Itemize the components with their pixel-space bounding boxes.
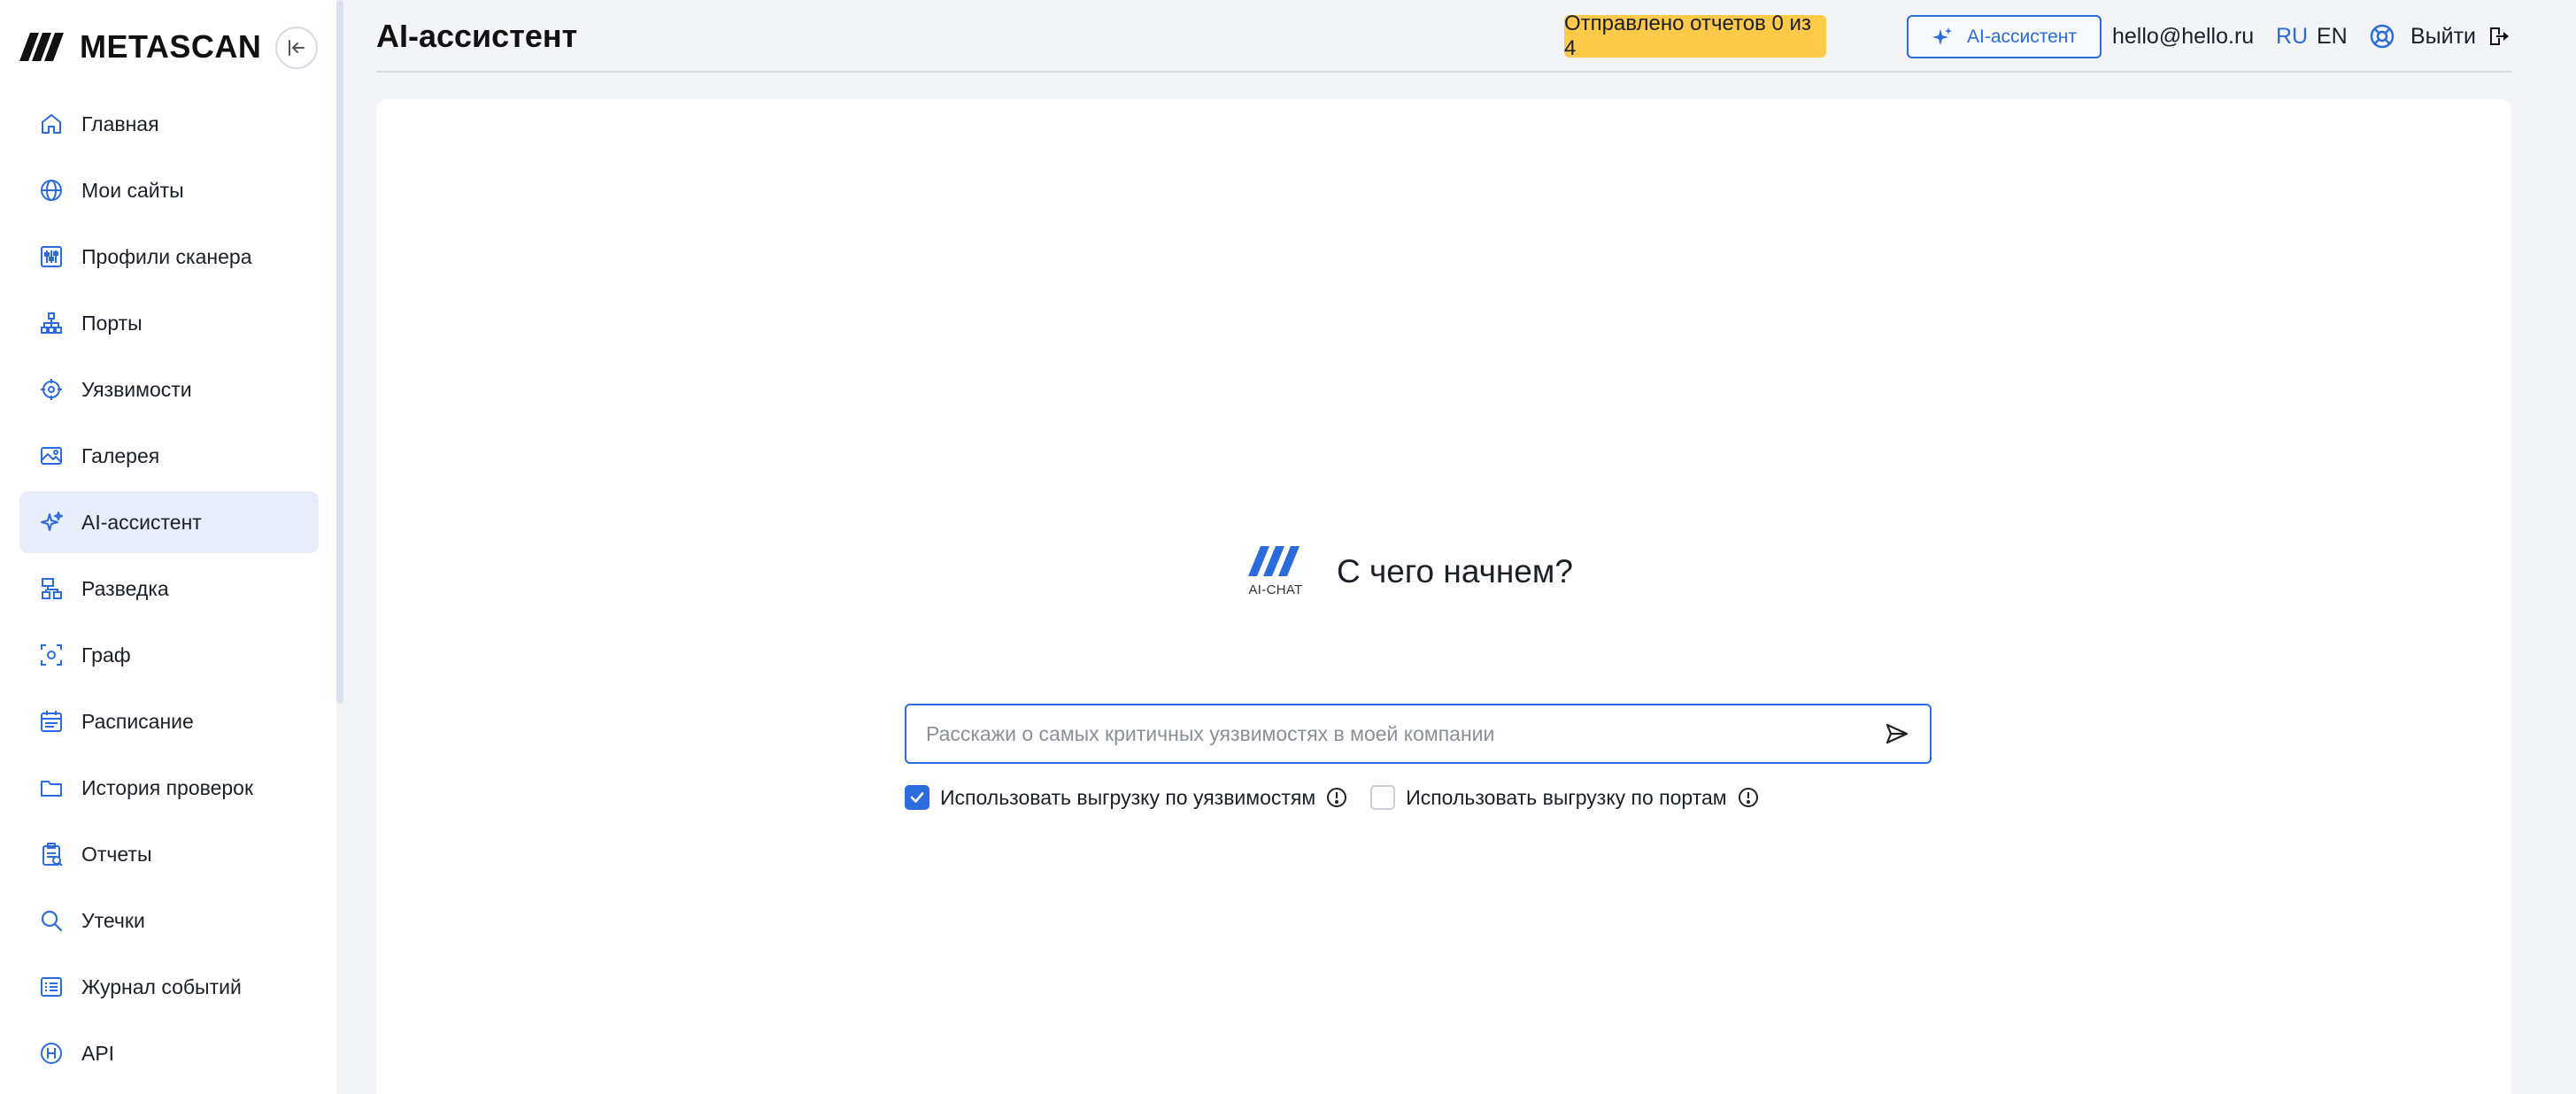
sidebar-item-label: Отчеты [81,842,152,866]
ai-chat-logo: AI-CHAT [1248,546,1303,597]
reports-sent-badge: Отправлено отчетов 0 из 4 [1564,12,1826,60]
sidebar-item-api[interactable]: API [19,1022,319,1084]
sidebar-item-label: Галерея [81,443,160,467]
chat-hero: AI-CHAT С чего начнем? [1248,546,1573,597]
chat-input-box [905,704,1932,764]
user-email: hello@hello.ru [2112,24,2255,49]
vulnerability-export-checkbox[interactable] [905,785,929,810]
lang-en-link[interactable]: EN [2317,24,2348,50]
search-icon [37,906,66,935]
sidebar-item-ports[interactable]: Порты [19,292,319,354]
ports-export-checkbox[interactable] [1370,785,1396,810]
sidebar-item-label: Граф [81,643,131,666]
folder-icon [37,774,66,802]
option-ports-export: Использовать выгрузку по портам [1370,785,1758,810]
sidebar-item-vulnerabilities[interactable]: Уязвимости [19,358,319,420]
sidebar-item-label: Утечки [81,908,145,932]
sidebar-item-label: Порты [81,311,143,335]
network-icon [37,309,66,337]
sidebar: METASCAN Главная Мои сайты Профили скане… [0,0,336,1094]
sidebar-item-graph[interactable]: Граф [19,624,319,686]
sidebar-item-label: История проверок [81,775,254,799]
sidebar-item-label: Мои сайты [81,178,184,202]
list-icon [37,973,66,1001]
crosshair-icon [37,375,66,404]
sidebar-item-label: API [81,1041,115,1065]
sidebar-item-label: Главная [81,112,159,135]
ai-assistant-button[interactable]: AI-ассистент [1907,15,2102,58]
collapse-sidebar-button[interactable] [275,27,318,69]
chat-options: Использовать выгрузку по уязвимостям Исп… [905,785,1782,810]
sidebar-item-home[interactable]: Главная [19,93,319,155]
sidebar-item-label: Профили сканера [81,244,252,268]
app-logo[interactable]: METASCAN [19,28,262,65]
logo-text: METASCAN [80,28,262,65]
sidebar-item-label: Уязвимости [81,377,192,401]
api-icon [37,1039,66,1067]
option-vulnerability-export: Использовать выгрузку по уязвимостям [905,785,1347,810]
logout-icon [2490,27,2510,45]
globe-icon [37,176,66,204]
sparkle-icon [37,508,66,536]
ai-assistant-button-label: AI-ассистент [1966,26,2078,47]
ports-export-label: Использовать выгрузку по портам [1406,785,1727,809]
page-title: AI-ассистент [376,18,578,54]
sidebar-item-label: Разведка [81,576,169,600]
sidebar-item-scan-history[interactable]: История проверок [19,757,319,819]
sidebar-item-schedule[interactable]: Расписание [19,690,319,752]
top-header: AI-ассистент Отправлено отчетов 0 из 4 A… [376,0,2511,73]
sidebar-item-recon[interactable]: Разведка [19,558,319,620]
send-button[interactable] [1882,719,1912,749]
chat-hero-title: С чего начнем? [1337,553,1573,589]
logout-label: Выйти [2410,23,2477,49]
graph-icon [37,641,66,669]
info-icon[interactable] [1326,787,1347,808]
sparkle-icon [1932,27,1952,45]
sidebar-item-scanner-profiles[interactable]: Профили сканера [19,226,319,288]
sidebar-item-event-log[interactable]: Журнал событий [19,956,319,1018]
main-content: AI-CHAT С чего начнем? Использовать выгр… [376,99,2511,1094]
chat-input[interactable] [926,721,1882,746]
sidebar-nav: Главная Мои сайты Профили сканера Порты [19,93,319,1089]
ai-chat-logo-caption: AI-CHAT [1248,582,1303,597]
calendar-icon [37,707,66,736]
sitemap-icon [37,574,66,603]
sidebar-item-label: Журнал событий [81,975,242,998]
home-icon [37,110,66,138]
lifebuoy-icon[interactable] [2368,22,2396,50]
sidebar-item-my-sites[interactable]: Мои сайты [19,159,319,221]
sidebar-item-label: Расписание [81,709,194,733]
sidebar-item-leaks[interactable]: Утечки [19,890,319,951]
sidebar-item-reports[interactable]: Отчеты [19,823,319,885]
sliders-icon [37,243,66,271]
info-icon[interactable] [1738,787,1759,808]
logout-button[interactable]: Выйти [2410,22,2510,50]
sidebar-item-label: AI-ассистент [81,510,202,534]
sidebar-item-ai-assistant[interactable]: AI-ассистент [19,491,319,553]
lang-ru-link[interactable]: RU [2276,24,2308,50]
image-icon [37,442,66,470]
sidebar-item-gallery[interactable]: Галерея [19,425,319,487]
vulnerability-export-label: Использовать выгрузку по уязвимостям [940,785,1316,809]
metascan-logo-icon [19,33,64,61]
clipboard-icon [37,840,66,868]
checkmark-icon [910,792,924,803]
sidebar-scrollbar[interactable] [336,0,343,704]
ai-chat-logo-icon [1248,546,1300,576]
collapse-left-icon [289,40,305,56]
app-root: METASCAN Главная Мои сайты Профили скане… [0,0,2576,1094]
send-icon [1886,723,1909,744]
